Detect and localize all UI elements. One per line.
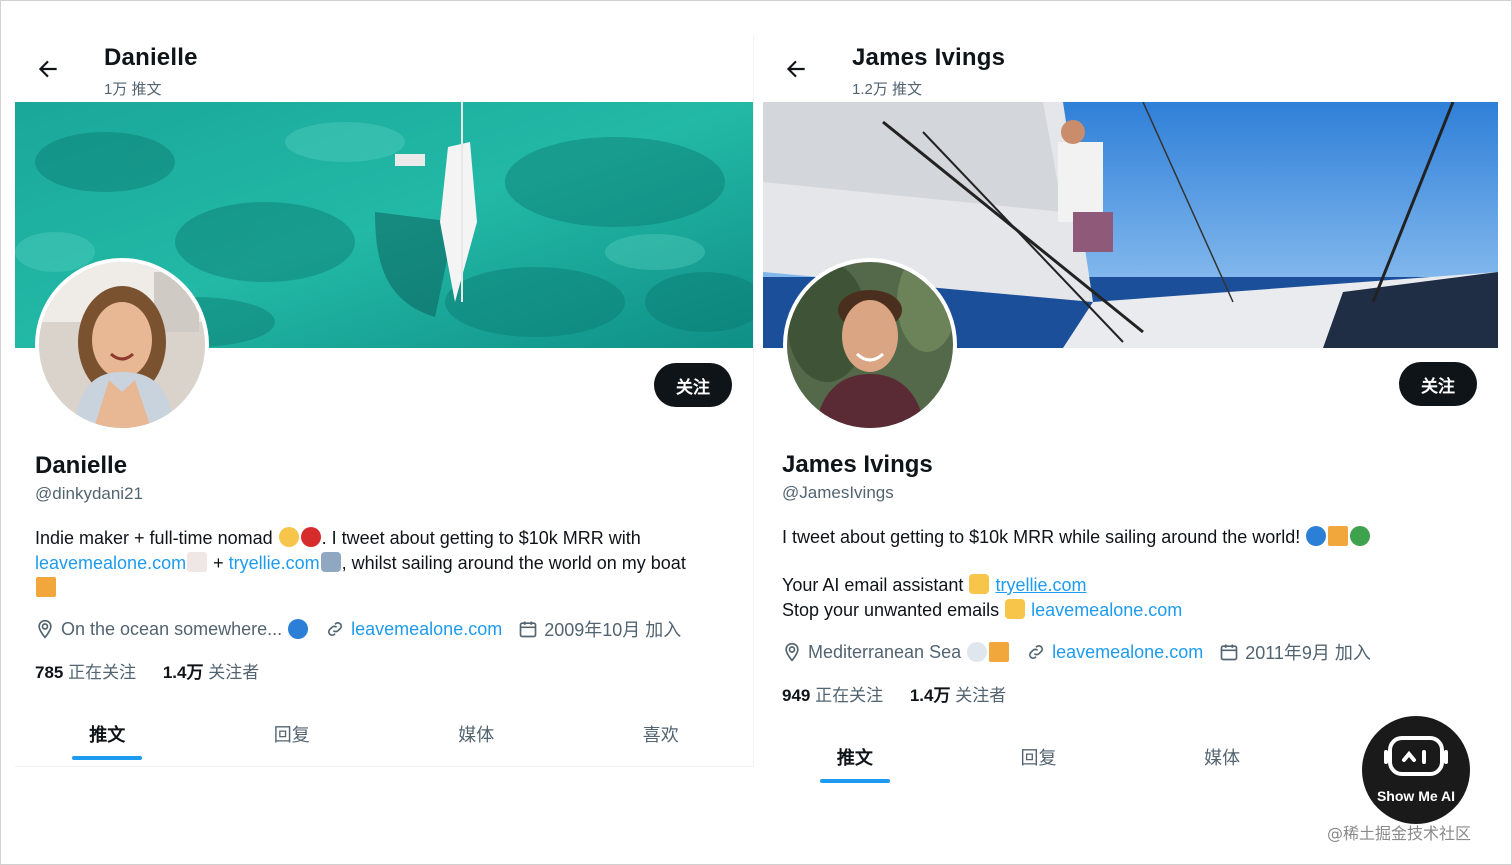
meta-location: Mediterranean Sea <box>782 642 1010 663</box>
calendar-icon <box>519 621 537 638</box>
tab-tweets[interactable]: 推文 <box>763 733 947 783</box>
profile-stats: 949 正在关注 1.4万 关注者 <box>782 681 1028 706</box>
back-arrow-icon[interactable] <box>783 56 809 82</box>
bio-text: Indie maker + full-time nomad <box>35 528 273 548</box>
location-text: Mediterranean Sea <box>808 641 962 662</box>
profile-tabs: 推文 回复 媒体 <box>763 733 1314 783</box>
bio-text: Your AI email assistant <box>782 575 964 595</box>
joined-text: 2009年10月 加入 <box>544 620 682 640</box>
profile-avatar[interactable] <box>35 258 209 432</box>
sailboat-emoji <box>989 642 1010 662</box>
profile-header-bar: James Ivings 1.2万 推文 <box>763 36 1498 102</box>
profile-tabs: 推文 回复 媒体 喜欢 <box>15 710 753 760</box>
header-name: James Ivings <box>852 44 1006 71</box>
follow-button[interactable]: 关注 <box>654 363 732 407</box>
tab-replies[interactable]: 回复 <box>200 710 385 760</box>
bio-link-tryellie[interactable]: tryellie.com <box>995 575 1086 595</box>
meta-joined: 2011年9月 加入 <box>1219 639 1371 665</box>
wave-emoji <box>288 619 309 639</box>
bio-text: + <box>208 553 229 573</box>
bio-link-leavemealone[interactable]: leavemealone.com <box>1031 600 1182 620</box>
tab-replies[interactable]: 回复 <box>947 733 1131 783</box>
follow-button[interactable]: 关注 <box>1399 362 1477 406</box>
profile-name: Danielle <box>35 452 128 479</box>
profile-header-bar: Danielle 1万 推文 <box>15 36 753 102</box>
profile-handle: @JamesIvings <box>782 483 894 502</box>
profile-meta: Mediterranean Sea leavemealone.com 2011年… <box>782 639 1387 665</box>
show-me-ai-badge: Show Me AI <box>1362 716 1470 824</box>
location-pin-icon <box>38 619 52 639</box>
tab-tweets[interactable]: 推文 <box>15 710 200 760</box>
followers-stat[interactable]: 1.4万 关注者 <box>163 663 259 682</box>
profile-avatar[interactable] <box>783 258 957 432</box>
profile-bio: Indie maker + full-time nomad . I tweet … <box>35 526 735 601</box>
profile-panel-danielle: Danielle 1万 推文 关注 Danielle @dinkydani21 … <box>15 36 754 767</box>
sailboat-emoji <box>1328 526 1349 546</box>
badge-text: Show Me AI <box>1376 788 1456 804</box>
love-letter-emoji <box>187 552 208 572</box>
header-name: Danielle <box>104 44 198 71</box>
bio-text: I tweet about getting to $10k MRR while … <box>782 527 1301 547</box>
wind-emoji <box>967 642 988 662</box>
woman-technologist-emoji <box>278 527 299 547</box>
profile-bio: I tweet about getting to $10k MRR while … <box>782 525 1482 623</box>
bio-link-tryellie[interactable]: tryellie.com <box>229 553 320 573</box>
website-link[interactable]: leavemealone.com <box>1052 642 1203 663</box>
watermark: @稀土掘金技术社区 <box>1327 824 1472 843</box>
pointing-hand-emoji <box>1005 599 1026 619</box>
calendar-icon <box>1220 644 1238 661</box>
link-icon <box>328 622 343 636</box>
meta-website: leavemealone.com <box>1026 642 1203 663</box>
profile-stats: 785 正在关注 1.4万 关注者 <box>35 658 281 683</box>
globe-emoji <box>1350 526 1371 546</box>
robot-emoji <box>320 552 341 572</box>
bio-text: . I tweet about getting to $10k MRR with <box>321 528 641 548</box>
robot-icon <box>1384 736 1448 776</box>
bio-link-leavemealone[interactable]: leavemealone.com <box>35 553 186 573</box>
profile-name: James Ivings <box>782 451 933 478</box>
bio-text: Stop your unwanted emails <box>782 600 1000 620</box>
followers-stat[interactable]: 1.4万 关注者 <box>910 686 1006 705</box>
profile-handle: @dinkydani21 <box>35 484 143 503</box>
wave-emoji <box>1306 526 1327 546</box>
boxing-glove-emoji <box>300 527 321 547</box>
location-pin-icon <box>785 642 799 662</box>
link-icon <box>1029 645 1044 659</box>
pointing-hand-emoji <box>969 574 990 594</box>
meta-website: leavemealone.com <box>325 619 502 640</box>
following-stat[interactable]: 949 正在关注 <box>782 686 883 705</box>
tab-media[interactable]: 媒体 <box>384 710 569 760</box>
meta-joined: 2009年10月 加入 <box>518 616 681 642</box>
header-tweet-count: 1万 推文 <box>104 81 162 98</box>
header-tweet-count: 1.2万 推文 <box>852 81 923 98</box>
following-stat[interactable]: 785 正在关注 <box>35 663 136 682</box>
meta-location: On the ocean somewhere... <box>35 619 309 640</box>
website-link[interactable]: leavemealone.com <box>351 619 502 640</box>
bio-text: , whilst sailing around the world on my … <box>341 553 686 573</box>
tab-likes[interactable]: 喜欢 <box>569 710 754 760</box>
location-text: On the ocean somewhere... <box>61 618 283 639</box>
back-arrow-icon[interactable] <box>35 56 61 82</box>
tab-media[interactable]: 媒体 <box>1130 733 1314 783</box>
sailboat-emoji <box>36 577 56 597</box>
profile-meta: On the ocean somewhere... leavemealone.c… <box>35 616 697 642</box>
joined-text: 2011年9月 加入 <box>1245 643 1371 663</box>
profile-panel-james: James Ivings 1.2万 推文 关注 James Ivings @Ja… <box>763 36 1498 796</box>
